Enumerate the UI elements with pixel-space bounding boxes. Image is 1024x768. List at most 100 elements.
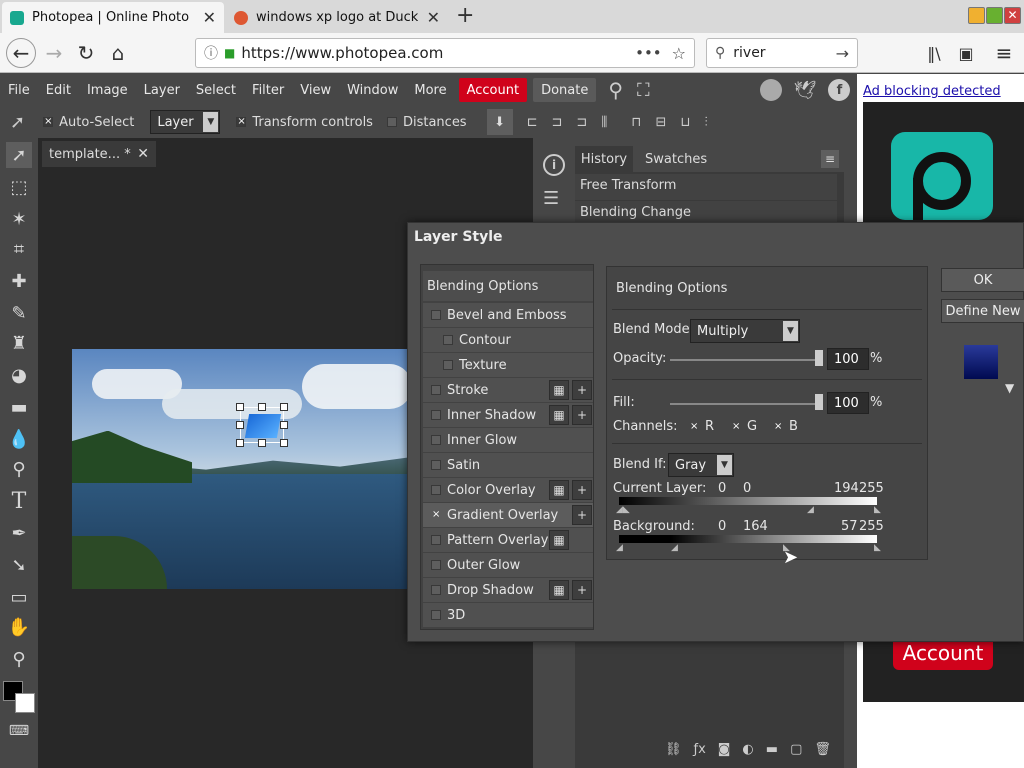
- transform-handle[interactable]: [236, 421, 244, 429]
- channel-checkbox[interactable]: ×: [731, 421, 741, 432]
- style-drop-shadow[interactable]: Drop Shadow ▦ +: [423, 578, 593, 602]
- marquee-tool-icon[interactable]: ⬚: [6, 174, 32, 200]
- blur-tool-icon[interactable]: 💧: [6, 426, 32, 452]
- menu-window[interactable]: Window: [339, 74, 406, 106]
- layer-effects-icon[interactable]: ƒx: [694, 742, 706, 757]
- search-icon[interactable]: ⚲: [608, 78, 623, 102]
- fill-input[interactable]: 100: [827, 392, 869, 414]
- panel-menu-icon[interactable]: ≡: [821, 150, 839, 168]
- distances-checkbox[interactable]: [386, 117, 397, 127]
- background-black-split-handle[interactable]: ◢: [671, 543, 678, 553]
- opacity-input[interactable]: 100: [827, 348, 869, 370]
- style-checkbox[interactable]: [431, 410, 441, 420]
- zoom-tool-icon[interactable]: ⚲: [6, 646, 32, 672]
- home-icon[interactable]: ⌂: [104, 39, 132, 67]
- style-checkbox[interactable]: [431, 560, 441, 570]
- download-icon[interactable]: ⬇: [486, 109, 513, 135]
- close-tab-icon[interactable]: ✕: [203, 8, 216, 27]
- channel-checkbox[interactable]: ×: [773, 421, 783, 432]
- align-left-icon[interactable]: ⊏: [527, 115, 538, 130]
- hamburger-menu-icon[interactable]: ≡: [990, 39, 1018, 67]
- style-color-overlay[interactable]: Color Overlay ▦ +: [423, 478, 593, 502]
- facebook-icon[interactable]: f: [828, 79, 851, 101]
- canvas-image[interactable]: [72, 349, 407, 589]
- info-icon[interactable]: i: [543, 154, 565, 176]
- fill-slider[interactable]: [670, 403, 820, 405]
- account-button[interactable]: Account: [458, 78, 528, 102]
- add-style-icon[interactable]: +: [572, 405, 592, 425]
- align-right-icon[interactable]: ⊐: [576, 115, 587, 130]
- current-layer-white-split-handle[interactable]: ◢: [807, 505, 814, 515]
- style-checkbox[interactable]: [431, 535, 441, 545]
- shape-tool-icon[interactable]: ▭: [6, 584, 32, 610]
- style-checkbox[interactable]: [431, 485, 441, 495]
- new-group-icon[interactable]: ▬: [766, 742, 778, 757]
- donate-button[interactable]: Donate: [533, 78, 597, 102]
- maximize-icon[interactable]: [986, 7, 1003, 24]
- link-layers-icon[interactable]: ⛓: [665, 742, 682, 757]
- blend-mode-select[interactable]: Multiply ▼: [690, 319, 800, 343]
- forward-icon[interactable]: →: [40, 39, 68, 67]
- stamp-tool-icon[interactable]: ♜: [6, 330, 32, 356]
- move-tool-icon[interactable]: ➚: [6, 142, 32, 168]
- reddit-icon[interactable]: [759, 79, 782, 101]
- style-blending-options[interactable]: Blending Options: [423, 271, 593, 301]
- style-inner-shadow[interactable]: Inner Shadow ▦ +: [423, 403, 593, 427]
- transform-handle[interactable]: [280, 421, 288, 429]
- auto-select-checkbox[interactable]: ×: [43, 117, 54, 127]
- transform-handle[interactable]: [280, 403, 288, 411]
- search-input[interactable]: river: [733, 45, 765, 61]
- path-select-tool-icon[interactable]: ➘: [6, 552, 32, 578]
- style-checkbox[interactable]: [431, 310, 441, 320]
- layer-select[interactable]: Layer ▼: [150, 110, 221, 134]
- duplicate-style-icon[interactable]: ▦: [549, 530, 569, 550]
- tab-history[interactable]: History: [575, 146, 633, 173]
- transform-bounding-box[interactable]: [240, 407, 284, 443]
- hand-tool-icon[interactable]: ✋: [6, 614, 32, 640]
- library-icon[interactable]: ‖\: [920, 39, 948, 67]
- style-checkbox[interactable]: [431, 610, 441, 620]
- channel-checkbox[interactable]: ×: [689, 421, 699, 432]
- align-center-icon[interactable]: ⊐: [552, 115, 563, 130]
- style-satin[interactable]: Satin: [423, 453, 593, 477]
- new-tab-button[interactable]: +: [456, 3, 474, 28]
- menu-more[interactable]: More: [406, 74, 454, 106]
- align-middle-icon[interactable]: ⊟: [655, 115, 666, 130]
- bookmark-star-icon[interactable]: ☆: [672, 44, 686, 63]
- align-top-icon[interactable]: ⊓: [631, 115, 641, 130]
- opacity-slider-handle[interactable]: [815, 350, 823, 366]
- magic-wand-tool-icon[interactable]: ✶: [6, 206, 32, 232]
- dodge-tool-icon[interactable]: ⚲: [6, 456, 32, 482]
- transform-handle[interactable]: [236, 439, 244, 447]
- menu-file[interactable]: File: [0, 74, 38, 106]
- style-texture[interactable]: Texture: [423, 353, 593, 377]
- twitter-icon[interactable]: 🕊: [794, 80, 817, 101]
- channel-r[interactable]: × R: [689, 419, 714, 434]
- style-checkbox[interactable]: [431, 385, 441, 395]
- background-color-swatch[interactable]: [15, 693, 35, 713]
- transform-handle[interactable]: [258, 439, 266, 447]
- new-layer-icon[interactable]: ▢: [790, 742, 802, 757]
- url-text[interactable]: https://www.photopea.com: [241, 44, 443, 62]
- duplicate-style-icon[interactable]: ▦: [549, 405, 569, 425]
- eraser-tool-icon[interactable]: ◕: [6, 362, 32, 388]
- add-style-icon[interactable]: +: [572, 480, 592, 500]
- duplicate-style-icon[interactable]: ▦: [549, 580, 569, 600]
- style-checkbox[interactable]: [431, 460, 441, 470]
- current-layer-white-handle[interactable]: ◣: [874, 505, 881, 515]
- style-pattern-overlay[interactable]: Pattern Overlay ▦: [423, 528, 593, 552]
- close-window-icon[interactable]: ✕: [1004, 7, 1021, 24]
- style-3d[interactable]: 3D: [423, 603, 593, 627]
- style-inner-glow[interactable]: Inner Glow: [423, 428, 593, 452]
- duplicate-style-icon[interactable]: ▦: [549, 480, 569, 500]
- current-layer-black-handle[interactable]: ◢◣: [616, 505, 630, 515]
- menu-layer[interactable]: Layer: [136, 74, 188, 106]
- style-checkbox[interactable]: [431, 435, 441, 445]
- transform-handle[interactable]: [280, 439, 288, 447]
- add-style-icon[interactable]: +: [572, 580, 592, 600]
- transform-controls-checkbox[interactable]: ×: [236, 117, 247, 127]
- search-go-icon[interactable]: →: [836, 44, 849, 63]
- ok-button[interactable]: OK: [941, 268, 1024, 292]
- style-stroke[interactable]: Stroke ▦ +: [423, 378, 593, 402]
- transform-handle[interactable]: [236, 403, 244, 411]
